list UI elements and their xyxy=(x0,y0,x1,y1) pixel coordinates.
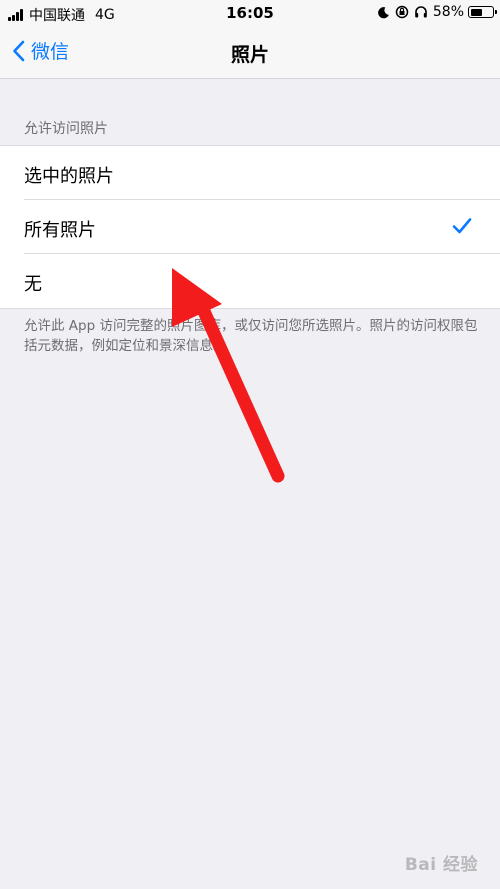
baidu-watermark: Bai 经验 xyxy=(404,855,478,875)
red-arrow-annotation-icon xyxy=(172,268,285,483)
screen: 中国联通 4G 16:05 58% 微信 照片 允许访问照片 选中的照片 所有照… xyxy=(0,0,500,889)
